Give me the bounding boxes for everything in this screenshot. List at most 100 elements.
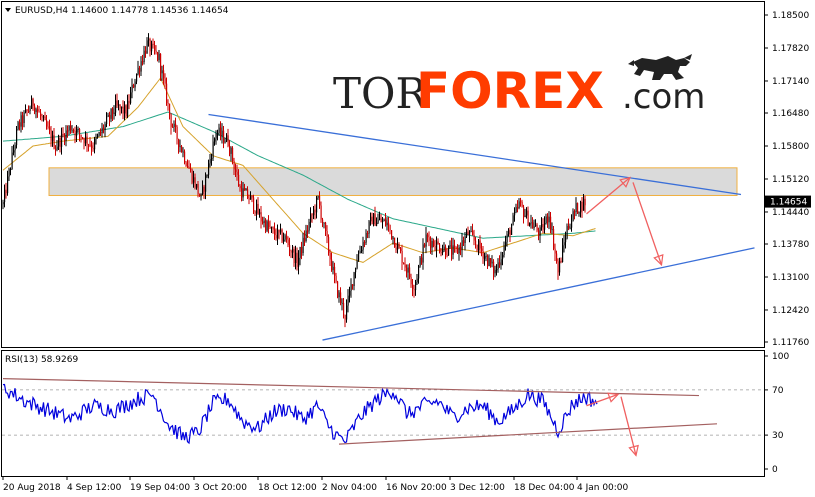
candle-body <box>166 83 168 104</box>
candle-body <box>143 50 145 63</box>
current-price-label: 1.14654 <box>770 198 807 208</box>
candle-body <box>110 108 112 119</box>
candle-body <box>4 189 6 203</box>
candle-body <box>305 230 307 242</box>
candle-body <box>149 39 151 52</box>
candle-body <box>16 129 18 146</box>
candle-body <box>337 281 339 298</box>
candle-body <box>80 134 82 138</box>
candle-body <box>311 214 313 216</box>
time-tick-label: 3 Dec 12:00 <box>450 483 505 493</box>
candle-body <box>65 130 67 142</box>
candle-body <box>254 211 256 214</box>
candle-body <box>169 103 171 115</box>
candle-body <box>427 234 429 238</box>
candle-body <box>194 177 196 188</box>
candle-body <box>104 124 106 130</box>
candle-body <box>412 284 414 290</box>
candle-body <box>520 201 522 203</box>
candle-body <box>449 245 451 247</box>
candle-body <box>473 234 475 241</box>
candle-body <box>2 202 4 205</box>
candle-body <box>163 70 165 79</box>
candle-body <box>445 246 447 256</box>
candle-body <box>350 284 352 291</box>
candle-body <box>458 246 460 254</box>
candle-body <box>443 246 445 251</box>
candle-body <box>418 266 420 279</box>
candle-body <box>499 262 501 266</box>
candle-body <box>298 257 300 267</box>
candle-body <box>37 109 39 112</box>
candle-body <box>359 251 361 254</box>
candle-body <box>140 61 142 72</box>
candle-body <box>241 188 243 198</box>
candle-body <box>218 127 220 133</box>
chart-window: 1.18500 1.17820 1.17140 1.16480 1.15800 1.151… <box>1 1 811 493</box>
candle-body <box>214 138 216 142</box>
rsi-tick-label: 30 <box>772 431 784 441</box>
candle-body <box>212 141 214 159</box>
candle-body <box>203 186 205 192</box>
candle-body <box>49 127 51 131</box>
candle-body <box>296 252 298 267</box>
candle-body <box>23 112 25 124</box>
candle-body <box>430 240 432 248</box>
candle-body <box>440 252 442 254</box>
price-tick-label: 1.11760 <box>772 338 809 348</box>
candle-body <box>488 258 490 267</box>
candle-body <box>527 210 529 226</box>
candle-body <box>142 61 144 63</box>
logo-tor-text: TOR <box>333 69 428 118</box>
time-tick-label: 16 Nov 20:00 <box>386 483 447 493</box>
candle-body <box>335 275 337 282</box>
candle-body <box>196 183 198 188</box>
candle-body <box>341 302 343 304</box>
candle-body <box>250 195 252 200</box>
candle-body <box>494 269 496 274</box>
candle-body <box>548 216 550 223</box>
candle-body <box>295 252 297 264</box>
candle-body <box>260 212 262 222</box>
candle-body <box>451 245 453 255</box>
candle-body <box>76 129 78 136</box>
candle-body <box>50 130 52 142</box>
candle-body <box>11 152 13 170</box>
candle-body <box>316 197 318 213</box>
candle-body <box>187 166 189 168</box>
candle-body <box>386 222 388 226</box>
candle-body <box>475 240 477 245</box>
candle-body <box>580 201 582 213</box>
candle-body <box>356 260 358 269</box>
candle-body <box>7 176 9 194</box>
candle-body <box>572 211 574 222</box>
candle-body <box>127 100 129 117</box>
candle-body <box>85 136 87 144</box>
candle-body <box>457 248 459 254</box>
candle-body <box>70 126 72 131</box>
candle-body <box>101 127 103 134</box>
candle-body <box>503 245 505 255</box>
candle-body <box>512 215 514 226</box>
candle-body <box>463 240 465 244</box>
candle-body <box>247 189 249 199</box>
candle-body <box>17 122 19 130</box>
candle-body <box>370 216 372 222</box>
candle-body <box>274 229 276 236</box>
candle-body <box>119 104 121 109</box>
price-tick-label: 1.15120 <box>772 175 809 185</box>
rsi-tick-label: 70 <box>772 386 784 396</box>
candle-body <box>68 126 70 131</box>
candle-body <box>551 229 553 231</box>
candle-body <box>380 218 382 223</box>
candle-body <box>238 174 240 187</box>
candle-body <box>82 137 84 139</box>
candle-body <box>268 221 270 227</box>
candle-body <box>542 224 544 230</box>
candle-body <box>52 135 54 142</box>
candle-body <box>329 252 331 260</box>
candle-body <box>476 244 478 251</box>
candle-body <box>308 221 310 231</box>
candle-body <box>524 215 526 218</box>
candle-body <box>40 112 42 117</box>
